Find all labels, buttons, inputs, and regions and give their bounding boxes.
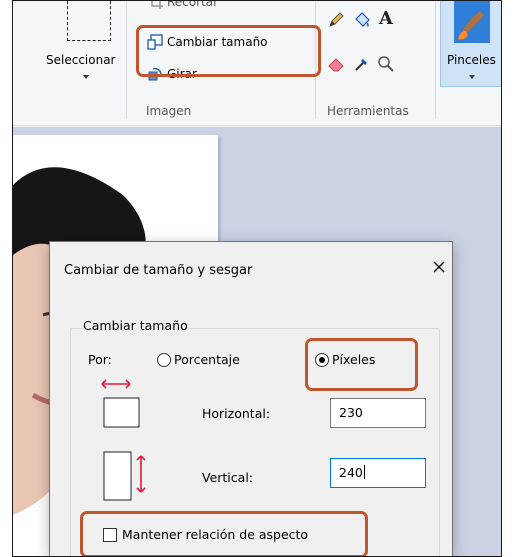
resize-skew-dialog: Cambiar de tamaño y sesgar Cambiar tamañ… (49, 241, 453, 556)
vertical-label: Vertical: (202, 470, 254, 485)
group-label-image: Imagen (146, 104, 192, 118)
select-button-label[interactable]: Seleccionar (46, 53, 115, 67)
group-label-tools: Herramientas (327, 104, 409, 118)
eraser-icon[interactable] (327, 55, 345, 73)
brushes-label: Pinceles (447, 53, 496, 67)
close-icon[interactable] (427, 255, 451, 279)
resize-button[interactable]: Cambiar tamaño (147, 34, 268, 50)
vertical-resize-icon (103, 451, 146, 501)
crop-label: Recortar (167, 0, 219, 9)
chevron-down-icon[interactable] (83, 75, 89, 79)
percentage-radio[interactable] (157, 353, 171, 367)
text-icon[interactable]: A (377, 8, 395, 29)
select-icon[interactable] (67, 1, 111, 41)
pixels-radio[interactable] (315, 353, 329, 367)
text-caret (363, 465, 365, 479)
rotate-icon (148, 67, 162, 81)
resize-group (70, 328, 440, 556)
by-label: Por: (88, 352, 112, 367)
fill-icon[interactable] (353, 11, 371, 29)
resize-label: Cambiar tamaño (167, 35, 268, 49)
resize-icon (147, 34, 163, 50)
divider (126, 1, 127, 119)
horizontal-input[interactable]: 230 (330, 398, 426, 428)
vertical-input[interactable]: 240 (330, 458, 426, 488)
pixels-label[interactable]: Píxeles (332, 352, 375, 367)
magnifier-icon[interactable] (377, 55, 395, 73)
vertical-input-value: 240 (339, 465, 363, 480)
rotate-label: Girar (167, 67, 197, 81)
color-picker-icon[interactable] (353, 55, 371, 73)
crop-icon (151, 1, 163, 9)
rotate-button[interactable]: Girar (147, 66, 197, 82)
brush-icon (454, 1, 490, 43)
horizontal-resize-icon (101, 379, 140, 428)
maintain-aspect-checkbox[interactable] (103, 528, 117, 542)
brushes-button[interactable]: Pinceles (440, 1, 501, 87)
dialog-title: Cambiar de tamaño y sesgar (64, 263, 253, 278)
divider (435, 1, 436, 119)
percentage-label[interactable]: Porcentaje (174, 352, 240, 367)
resize-group-legend: Cambiar tamaño (82, 318, 189, 333)
horizontal-label: Horizontal: (202, 406, 271, 421)
ribbon: Seleccionar Recortar Cambiar tamaño Gira… (13, 0, 501, 126)
divider (315, 1, 316, 119)
paint-window: Seleccionar Recortar Cambiar tamaño Gira… (12, 0, 502, 557)
chevron-down-icon[interactable] (469, 75, 475, 79)
crop-button[interactable]: Recortar (149, 0, 219, 9)
pencil-icon[interactable] (327, 11, 345, 29)
maintain-aspect-label[interactable]: Mantener relación de aspecto (122, 527, 308, 542)
